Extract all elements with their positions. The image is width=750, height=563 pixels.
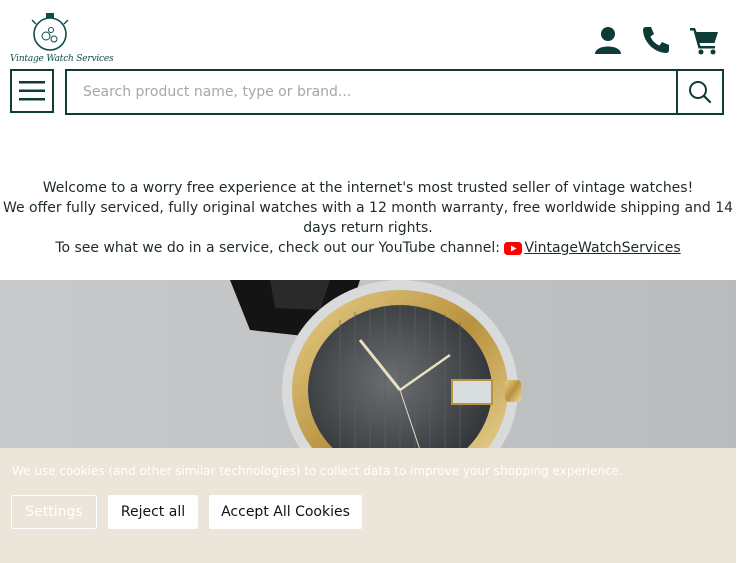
watch-logo-icon [31,13,69,51]
cookie-message: We use cookies (and other similar techno… [12,464,623,478]
youtube-icon[interactable] [504,242,523,255]
search-button[interactable] [676,71,722,113]
accept-all-cookies-button[interactable]: Accept All Cookies [209,495,362,529]
youtube-prompt: To see what we do in a service, check ou… [55,240,500,256]
phone-icon[interactable] [640,24,672,56]
welcome-line-2: We offer fully serviced, fully original … [2,200,734,236]
cookie-banner: We use cookies (and other similar techno… [0,448,736,563]
cookie-settings-button[interactable]: Settings [11,495,97,529]
search-icon [689,81,712,104]
welcome-line-1: Welcome to a worry free experience at th… [42,180,694,196]
menu-button[interactable] [10,69,54,113]
search-bar [65,69,724,115]
account-icon[interactable] [592,24,624,56]
site-header: Vintage Watch Services [0,0,750,120]
page-scrollbar[interactable] [736,0,750,563]
welcome-message: Welcome to a worry free experience at th… [0,178,736,258]
cart-icon[interactable] [688,24,720,56]
hamburger-icon [19,81,45,101]
youtube-channel-link[interactable]: VintageWatchServices [524,240,680,256]
reject-all-button[interactable]: Reject all [108,495,198,529]
site-logo[interactable]: Vintage Watch Services [10,12,114,68]
logo-wordmark: Vintage Watch Services [10,54,114,64]
welcome-line-3: To see what we do in a service, check ou… [0,238,736,258]
search-input[interactable] [67,71,676,113]
